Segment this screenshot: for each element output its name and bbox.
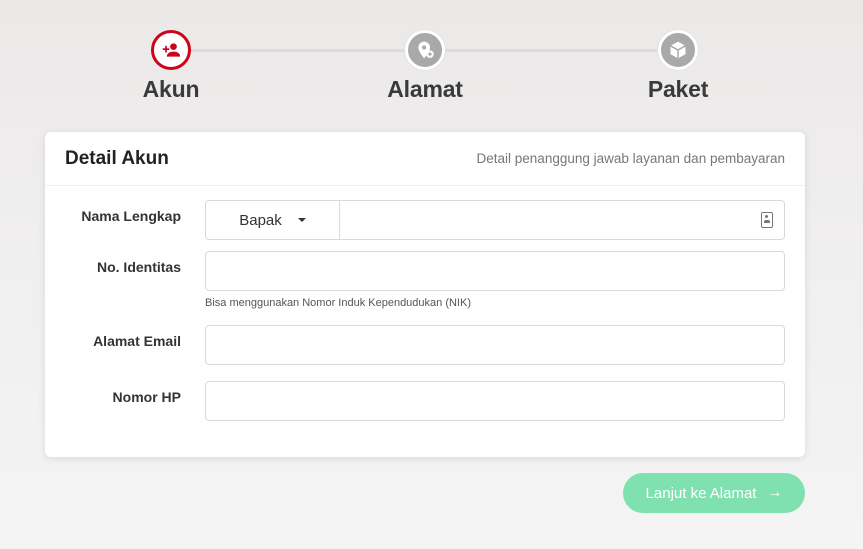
step-label: Akun bbox=[142, 76, 200, 102]
next-button-label: Lanjut ke Alamat bbox=[645, 484, 757, 502]
box-icon bbox=[670, 41, 686, 59]
step-label: Paket bbox=[647, 76, 709, 102]
email-label: Alamat Email bbox=[93, 333, 181, 349]
full-name-label: Nama Lengkap bbox=[81, 208, 181, 224]
step-alamat[interactable]: Alamat bbox=[365, 28, 485, 103]
step-label: Alamat bbox=[387, 76, 463, 102]
salutation-select[interactable]: Bapak bbox=[206, 201, 340, 239]
location-add-icon bbox=[418, 41, 434, 59]
step-circle bbox=[151, 30, 191, 70]
stepper: Akun Alamat Paket bbox=[0, 28, 863, 108]
card-title: Detail Akun bbox=[65, 147, 169, 169]
step-circle bbox=[658, 30, 698, 70]
identity-help-text: Bisa menggunakan Nomor Induk Kependuduka… bbox=[205, 297, 471, 309]
identity-label: No. Identitas bbox=[96, 259, 181, 275]
card-header: Detail Akun Detail penanggung jawab laya… bbox=[45, 132, 805, 186]
step-paket[interactable]: Paket bbox=[618, 28, 738, 103]
arrow-right-icon: → bbox=[766, 484, 783, 501]
full-name-input[interactable] bbox=[340, 201, 784, 239]
contact-card-icon bbox=[761, 212, 773, 228]
email-input[interactable] bbox=[205, 325, 785, 365]
next-to-address-button[interactable]: Lanjut ke Alamat → bbox=[623, 473, 805, 513]
card-subtitle: Detail penanggung jawab layanan dan pemb… bbox=[476, 151, 785, 166]
phone-input[interactable] bbox=[205, 381, 785, 421]
add-user-icon bbox=[162, 43, 181, 57]
chevron-down-icon bbox=[297, 218, 306, 222]
step-akun[interactable]: Akun bbox=[111, 28, 231, 103]
account-detail-card: Detail Akun Detail penanggung jawab laya… bbox=[45, 132, 805, 457]
identity-input[interactable] bbox=[205, 251, 785, 291]
salutation-value: Bapak bbox=[239, 211, 282, 229]
full-name-group: Bapak bbox=[205, 200, 785, 240]
step-circle bbox=[405, 30, 445, 70]
phone-label: Nomor HP bbox=[112, 389, 181, 405]
